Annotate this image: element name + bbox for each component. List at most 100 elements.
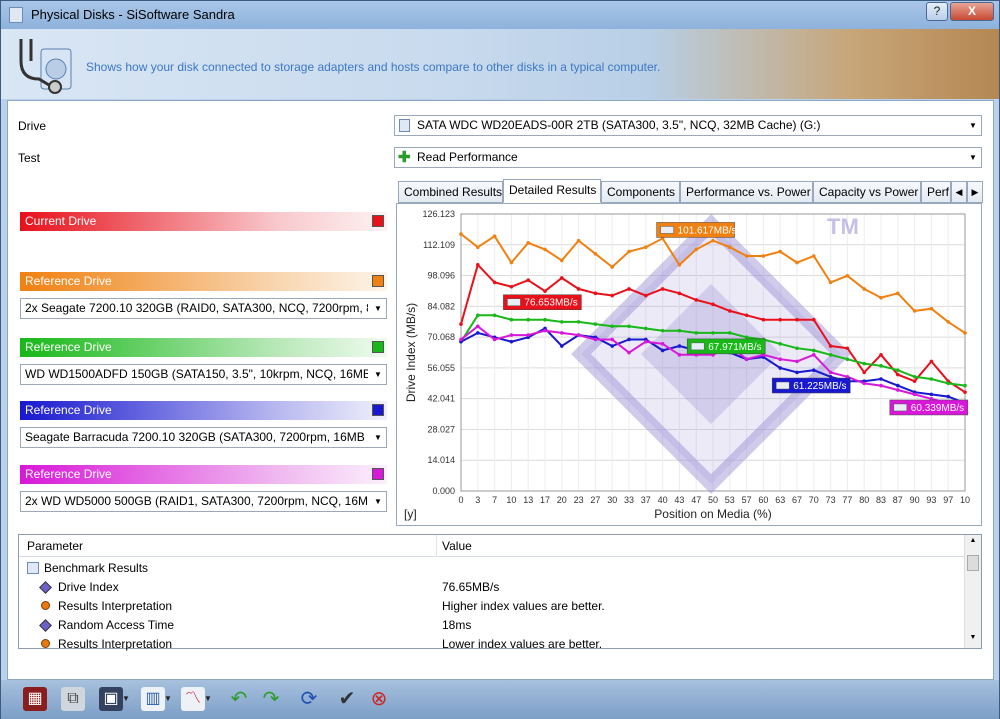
save-icon[interactable]: ▣: [99, 687, 123, 711]
chevron-down-icon[interactable]: ▼: [203, 687, 213, 711]
legend-ref-swatch[interactable]: [372, 404, 384, 416]
x-tick-label: 50: [708, 495, 718, 505]
reference-drive-select-3[interactable]: Seagate Barracuda 7200.10 320GB (SATA300…: [20, 427, 387, 448]
x-tick-label: 0: [458, 495, 463, 505]
chevron-down-icon: ▼: [965, 148, 981, 167]
data-point: [912, 392, 917, 397]
data-point: [946, 320, 950, 324]
reference-drive-select-4[interactable]: 2x WD WD5000 500GB (RAID1, SATA300, 7200…: [20, 491, 387, 512]
data-point: [476, 324, 480, 329]
tab-components[interactable]: Components: [601, 181, 680, 203]
table-row[interactable]: Benchmark Results: [19, 559, 963, 578]
data-point: [728, 309, 732, 313]
chevron-down-icon[interactable]: ▼: [121, 687, 131, 711]
value-callout: 60.339MB/s: [889, 399, 969, 416]
data-point: [845, 273, 850, 278]
data-point: [476, 262, 480, 267]
data-point: [492, 234, 497, 239]
report-icon: [27, 562, 39, 574]
callout-label: 61.225MB/s: [793, 381, 846, 392]
data-point: [543, 247, 547, 252]
data-point: [560, 276, 564, 280]
row-parameter: Random Access Time: [58, 618, 175, 632]
chevron-down-icon: ▼: [370, 428, 386, 447]
reference-drive-value: 2x Seagate 7200.10 320GB (RAID0, SATA300…: [25, 301, 368, 315]
data-point: [879, 364, 883, 368]
x-axis-label: Position on Media (%): [654, 507, 771, 521]
data-point: [660, 328, 665, 333]
column-value[interactable]: Value: [442, 539, 472, 553]
y-axis-label: Drive Index (MB/s): [404, 303, 418, 402]
data-point: [812, 353, 816, 357]
x-tick-label: 20: [557, 495, 567, 505]
data-point: [476, 245, 480, 250]
ok-icon[interactable]: ✔: [335, 687, 359, 711]
back-icon[interactable]: ↶: [227, 687, 251, 711]
tab-combined-results[interactable]: Combined Results: [398, 181, 503, 203]
reference-drive-select-2[interactable]: WD WD1500ADFD 150GB (SATA150, 3.5", 10kr…: [20, 364, 387, 385]
scroll-down-icon[interactable]: ▼: [966, 634, 980, 646]
diamond-icon: [39, 581, 52, 594]
data-point: [543, 317, 547, 322]
data-point: [744, 335, 749, 340]
data-point: [795, 346, 799, 351]
cancel-icon[interactable]: ⊗: [367, 687, 391, 711]
table-row[interactable]: Drive Index 76.65MB/s: [19, 578, 963, 597]
x-tick-label: 77: [842, 495, 852, 505]
data-point: [963, 331, 967, 335]
drive-select[interactable]: SATA WDC WD20EADS-00R 2TB (SATA300, 3.5"…: [394, 115, 982, 136]
x-tick-label: 80: [859, 495, 869, 505]
legend-ref-label: Reference Drive: [25, 274, 112, 288]
data-point: [459, 337, 463, 342]
table-row[interactable]: Results Interpretation Higher index value…: [19, 597, 963, 616]
x-tick-label: 33: [624, 495, 634, 505]
performance-chart: 126.123 112.109 98.096 84.082 70.068 56.055 42…: [404, 209, 970, 521]
graph-icon[interactable]: 〽: [181, 687, 205, 711]
copy-icon[interactable]: ⧉: [61, 687, 85, 711]
tab-performance-vs-power[interactable]: Performance vs. Power: [680, 181, 813, 203]
test-select[interactable]: ✚ Read Performance ▼: [394, 147, 982, 168]
data-point: [896, 368, 900, 373]
x-tick-label: 47: [691, 495, 701, 505]
chevron-down-icon[interactable]: ▼: [163, 687, 173, 711]
data-point: [459, 322, 463, 326]
data-point: [660, 342, 665, 346]
calculator-icon[interactable]: ▦: [23, 687, 47, 711]
chevron-down-icon: ▼: [370, 365, 386, 384]
data-point: [593, 337, 598, 342]
scroll-up-icon[interactable]: ▲: [966, 537, 980, 549]
table-row[interactable]: Random Access Time 18ms: [19, 616, 963, 635]
vertical-scrollbar[interactable]: ▲ ▼: [964, 535, 981, 648]
help-button[interactable]: ?: [926, 2, 948, 21]
chart-icon[interactable]: ▥: [141, 687, 165, 711]
reference-drive-select-1[interactable]: 2x Seagate 7200.10 320GB (RAID0, SATA300…: [20, 298, 387, 319]
column-parameter[interactable]: Parameter: [27, 539, 83, 553]
tab-capacity-vs-power[interactable]: Capacity vs Power: [813, 181, 921, 203]
diamond-icon: [39, 619, 52, 632]
data-point: [912, 374, 917, 379]
x-tick-label: 90: [910, 495, 920, 505]
legend-reference-1: Reference Drive: [20, 272, 387, 291]
x-tick-label: 60: [758, 495, 768, 505]
tab-scroll-left-icon[interactable]: ◀: [951, 181, 967, 203]
legend-ref-swatch[interactable]: [372, 468, 384, 480]
row-value: 18ms: [442, 618, 472, 632]
data-point: [476, 313, 480, 318]
table-row[interactable]: Results Interpretation Lower index values…: [19, 635, 963, 654]
legend-ref-swatch[interactable]: [372, 341, 384, 353]
tab-perf[interactable]: Perf: [921, 181, 951, 203]
y-tick-label: 112.109: [423, 240, 455, 250]
reference-drive-value: WD WD1500ADFD 150GB (SATA150, 3.5", 10kr…: [25, 367, 368, 381]
forward-icon[interactable]: ↷: [259, 687, 283, 711]
tab-detailed-results[interactable]: Detailed Results: [503, 179, 601, 203]
data-point: [492, 313, 497, 318]
disk-icon: [399, 119, 410, 132]
scroll-thumb[interactable]: [967, 555, 979, 571]
data-point: [543, 328, 547, 333]
legend-ref-swatch[interactable]: [372, 275, 384, 287]
y-tick-label: 42.041: [427, 394, 455, 404]
legend-current-swatch[interactable]: [372, 215, 384, 227]
close-button[interactable]: X: [950, 2, 994, 21]
refresh-icon[interactable]: ⟳: [297, 687, 321, 711]
tab-scroll-right-icon[interactable]: ▶: [967, 181, 983, 203]
